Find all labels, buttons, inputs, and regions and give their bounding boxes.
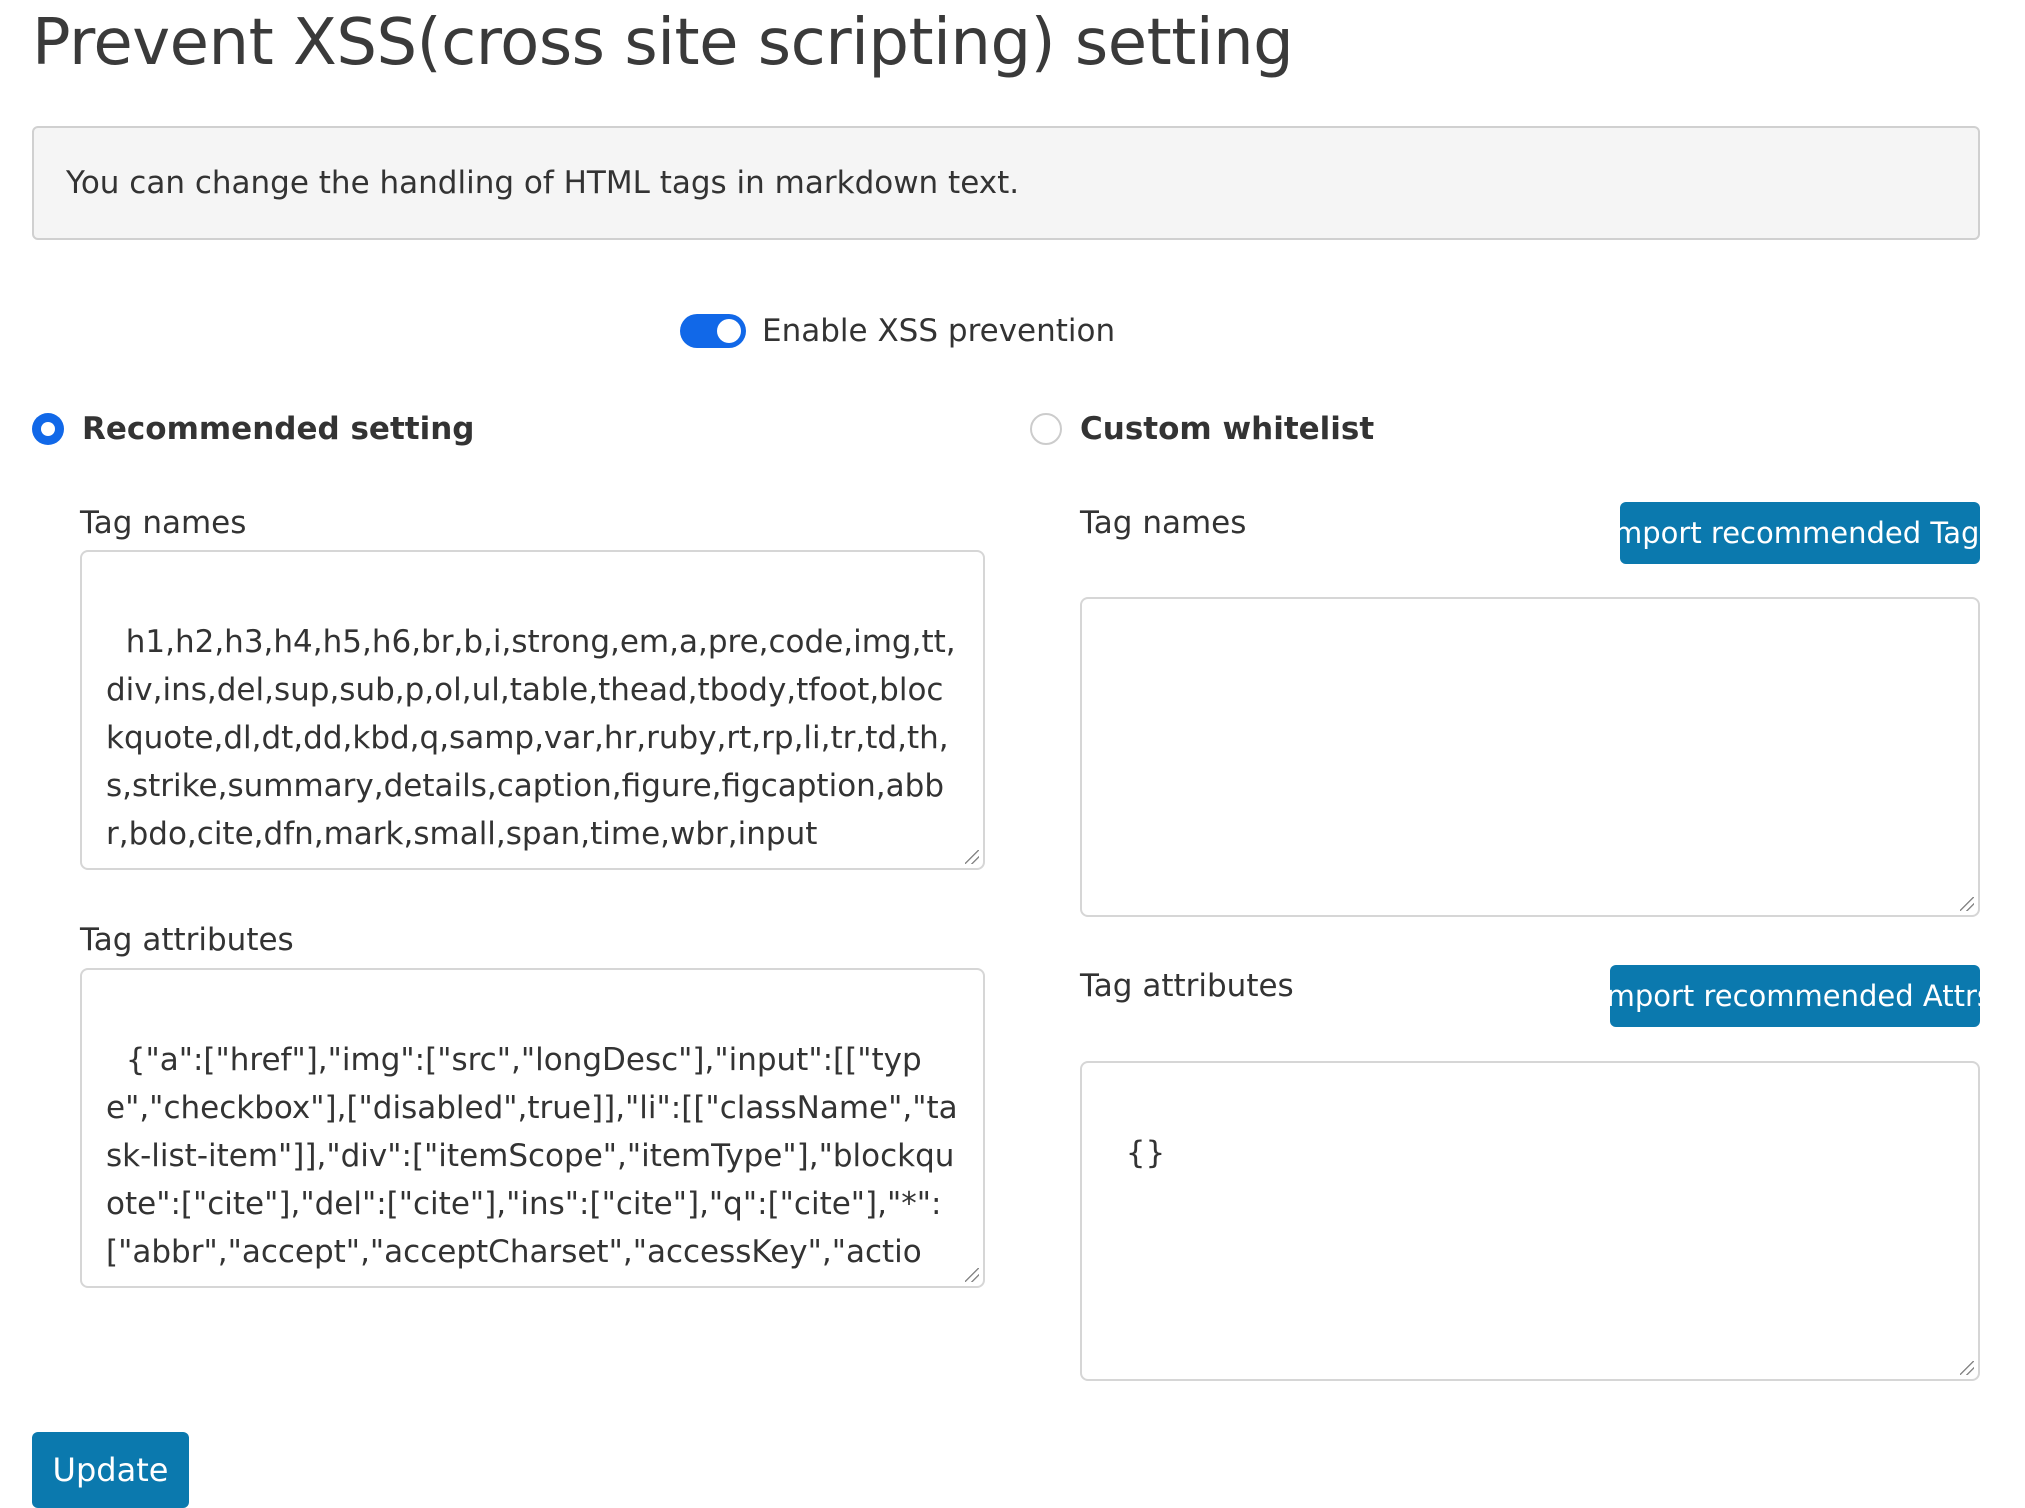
page-title: Prevent XSS(cross site scripting) settin… bbox=[32, 6, 1294, 80]
recommended-tag-names-label: Tag names bbox=[80, 505, 247, 541]
custom-tag-attributes-textarea[interactable]: {} bbox=[1080, 1061, 1980, 1381]
recommended-tag-attributes-label: Tag attributes bbox=[80, 922, 294, 958]
resize-handle-icon[interactable] bbox=[965, 1268, 979, 1282]
xss-toggle-row: Enable XSS prevention bbox=[680, 306, 1115, 356]
recommended-tag-attributes-value: {"a":["href"],"img":["src","longDesc"],"… bbox=[106, 1042, 958, 1286]
info-text: You can change the handling of HTML tags… bbox=[66, 165, 1020, 201]
update-button[interactable]: Update bbox=[32, 1432, 189, 1508]
custom-tag-names-label: Tag names bbox=[1080, 505, 1247, 541]
import-recommended-attrs-button[interactable]: Import recommended Attrs bbox=[1598, 965, 1992, 1027]
recommended-setting-label: Recommended setting bbox=[82, 411, 475, 447]
recommended-tag-attributes-textarea[interactable]: {"a":["href"],"img":["src","longDesc"],"… bbox=[80, 968, 985, 1288]
custom-tag-names-textarea[interactable] bbox=[1080, 597, 1980, 917]
recommended-tag-names-value: h1,h2,h3,h4,h5,h6,br,b,i,strong,em,a,pre… bbox=[106, 624, 956, 852]
custom-tag-attributes-label: Tag attributes bbox=[1080, 968, 1294, 1004]
custom-whitelist-label: Custom whitelist bbox=[1080, 411, 1375, 447]
xss-prevention-label: Enable XSS prevention bbox=[762, 313, 1116, 349]
custom-whitelist-radio[interactable] bbox=[1030, 413, 1062, 445]
xss-prevention-toggle[interactable] bbox=[680, 314, 746, 348]
resize-handle-icon[interactable] bbox=[1960, 897, 1974, 911]
recommended-tag-names-textarea[interactable]: h1,h2,h3,h4,h5,h6,br,b,i,strong,em,a,pre… bbox=[80, 550, 985, 870]
custom-whitelist-option[interactable]: Custom whitelist bbox=[1030, 404, 1374, 454]
info-box: You can change the handling of HTML tags… bbox=[32, 126, 1980, 240]
import-recommended-tags-button[interactable]: Import recommended Tags bbox=[1605, 502, 1995, 564]
resize-handle-icon[interactable] bbox=[1960, 1361, 1974, 1375]
recommended-setting-option[interactable]: Recommended setting bbox=[32, 404, 474, 454]
toggle-knob bbox=[717, 319, 741, 343]
recommended-setting-radio[interactable] bbox=[32, 413, 64, 445]
resize-handle-icon[interactable] bbox=[965, 850, 979, 864]
custom-tag-attributes-value: {} bbox=[1125, 1135, 1166, 1171]
